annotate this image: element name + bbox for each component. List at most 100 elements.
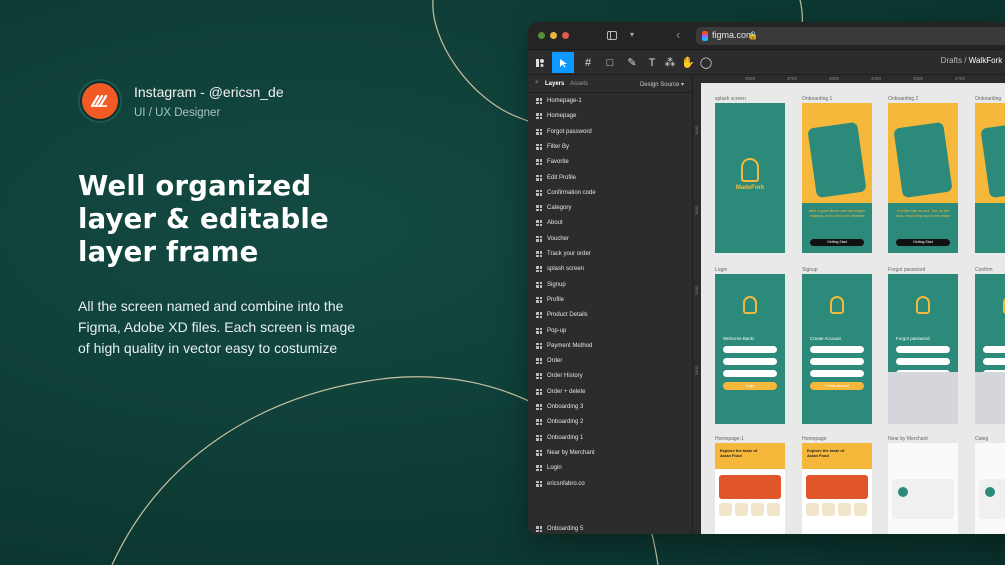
description-line: of high quality in vector easy to costum… xyxy=(78,340,338,356)
ruler-tick-label: 2500 xyxy=(694,366,699,375)
frame-tool-icon[interactable]: # xyxy=(579,52,597,73)
layer-item[interactable]: Onboarding 2 xyxy=(536,416,583,428)
promo-card xyxy=(806,475,868,499)
layer-item[interactable]: Order + delete xyxy=(536,386,586,398)
layer-item[interactable]: Voucher xyxy=(536,233,569,245)
resources-icon[interactable]: ⁂ xyxy=(663,52,677,73)
layers-tabs: ⌕ Layers Assets Design Source ▾ xyxy=(528,75,692,93)
input-field xyxy=(896,346,950,353)
layer-label: Order + delete xyxy=(547,388,586,395)
zoom-window-button[interactable] xyxy=(538,32,545,39)
merchant-card xyxy=(892,479,954,519)
minimize-window-button[interactable] xyxy=(550,32,557,39)
back-arrow-icon[interactable]: ‹ xyxy=(676,27,680,42)
layer-label: Category xyxy=(547,205,572,212)
keyboard xyxy=(975,372,1005,424)
screen-frame[interactable] xyxy=(975,274,1005,424)
header-title: Explore the taste of Asian Food xyxy=(807,448,845,458)
move-tool-icon[interactable] xyxy=(552,52,574,73)
screen-frame[interactable]: Forgot passwordSend xyxy=(888,274,958,424)
screen-frame[interactable] xyxy=(975,443,1005,534)
layer-item[interactable]: Onboarding 5 xyxy=(536,523,583,534)
screen-frame[interactable]: Explore the taste of Asian Food xyxy=(715,443,785,534)
frame-label: Homepage xyxy=(802,436,827,442)
figma-toolbar: # □ ✎ T ⁂ ✋ ◯ Drafts / WalkFork Mobile xyxy=(528,50,1005,75)
sidebar-toggle-icon[interactable] xyxy=(607,31,617,40)
address-bar[interactable]: figma.com 🔒 xyxy=(696,27,1005,45)
layer-item[interactable]: Product Details xyxy=(536,309,588,321)
layer-label: Profile xyxy=(547,296,565,303)
screen-frame[interactable]: A recipe has no soul. You, as the cook, … xyxy=(888,103,958,253)
layer-item[interactable]: Homepage-1 xyxy=(536,95,582,107)
layer-item[interactable]: Order xyxy=(536,355,562,367)
layer-item[interactable]: Order History xyxy=(536,370,583,382)
merchant-card xyxy=(979,479,1005,519)
frame-icon xyxy=(536,388,542,395)
layer-item[interactable]: Near by Merchant xyxy=(536,447,595,459)
page-selector-label: Design Source xyxy=(639,82,680,88)
onboarding-text: After a good dinner one can forgive anyb… xyxy=(808,209,866,218)
browser-titlebar: ▾ ‹ figma.com 🔒 xyxy=(528,22,1005,50)
input-field xyxy=(983,358,1005,365)
layer-item[interactable]: Onboarding 1 xyxy=(536,432,583,444)
shape-tool-icon[interactable]: □ xyxy=(601,52,619,73)
layer-item[interactable]: Homepage xyxy=(536,110,576,122)
layer-item[interactable]: ericsnfabro.co xyxy=(536,478,585,490)
layer-item[interactable]: Onboarding 3 xyxy=(536,401,583,413)
description-line: Figma, Adobe XD files. Each screen is ma… xyxy=(78,319,356,335)
layer-item[interactable]: Profile xyxy=(536,294,564,306)
layer-item[interactable]: Confirmation code xyxy=(536,187,596,199)
screen-frame[interactable]: MadeFork xyxy=(715,103,785,253)
layer-label: Forgot password xyxy=(547,128,592,135)
breadcrumb-drafts[interactable]: Drafts xyxy=(941,56,962,65)
title-line: Well organized xyxy=(78,170,312,202)
layer-item[interactable]: About xyxy=(536,217,563,229)
frame-icon xyxy=(536,312,542,319)
tab-assets[interactable]: Assets xyxy=(570,81,588,87)
frame-label: Signup xyxy=(802,267,818,273)
chevron-down-icon[interactable]: ▾ xyxy=(630,30,634,39)
layer-item[interactable]: splash screen xyxy=(536,263,584,275)
search-icon[interactable]: ⌕ xyxy=(535,79,539,87)
primary-button[interactable]: Login xyxy=(723,382,777,390)
keyboard xyxy=(888,372,958,424)
canvas[interactable]: 3550 3750 4000 4250 4500 4750 1000 1500 2000 250… xyxy=(693,75,1005,534)
primary-button[interactable]: Create Account xyxy=(810,382,864,390)
pen-tool-icon[interactable]: ✎ xyxy=(623,52,641,73)
layer-item[interactable]: Payment Method xyxy=(536,340,592,352)
screen-frame[interactable]: Create Account Create Account xyxy=(802,274,872,424)
layer-item[interactable]: Filter By xyxy=(536,141,569,153)
getting-start-button[interactable]: Getting Start xyxy=(896,239,950,246)
layer-label: Edit Profile xyxy=(547,174,577,181)
breadcrumb[interactable]: Drafts / WalkFork Mobile xyxy=(941,56,1005,65)
layer-item[interactable]: Pop-up xyxy=(536,325,566,337)
comment-tool-icon[interactable]: ◯ xyxy=(699,52,713,73)
layer-item[interactable]: Category xyxy=(536,202,571,214)
text-tool-icon[interactable]: T xyxy=(645,52,659,73)
getting-start-button[interactable]: Getting Start xyxy=(810,239,864,246)
layer-label: Onboarding 3 xyxy=(547,404,584,410)
fork-logo-icon xyxy=(741,158,759,182)
hand-tool-icon[interactable]: ✋ xyxy=(681,52,695,73)
layer-item[interactable]: Login xyxy=(536,462,562,474)
layer-label: Onboarding 1 xyxy=(547,434,584,441)
layer-item[interactable]: Track your order xyxy=(536,248,591,260)
screen-frame[interactable]: After a good dinner one can forgive anyb… xyxy=(802,103,872,253)
page-selector[interactable]: Design Source ▾ xyxy=(640,81,684,88)
screen-frame[interactable] xyxy=(975,103,1005,253)
ruler-left xyxy=(693,75,701,534)
breadcrumb-file[interactable]: WalkFork Mobile xyxy=(969,56,1005,65)
screen-frame[interactable]: Welcome Back! Login xyxy=(715,274,785,424)
frame-icon xyxy=(536,128,542,135)
layer-item[interactable]: Forgot password xyxy=(536,126,592,138)
food-tile xyxy=(751,503,764,516)
screen-frame[interactable]: Explore the taste of Asian Food xyxy=(802,443,872,534)
screen-frame[interactable] xyxy=(888,443,958,534)
layer-item[interactable]: Edit Profile xyxy=(536,172,576,184)
main-menu-icon[interactable] xyxy=(532,52,548,73)
layer-item[interactable]: Favorite xyxy=(536,156,569,168)
input-field xyxy=(810,346,864,353)
tab-layers[interactable]: Layers xyxy=(545,81,564,87)
layer-item[interactable]: Signup xyxy=(536,279,566,291)
close-window-button[interactable] xyxy=(562,32,569,39)
